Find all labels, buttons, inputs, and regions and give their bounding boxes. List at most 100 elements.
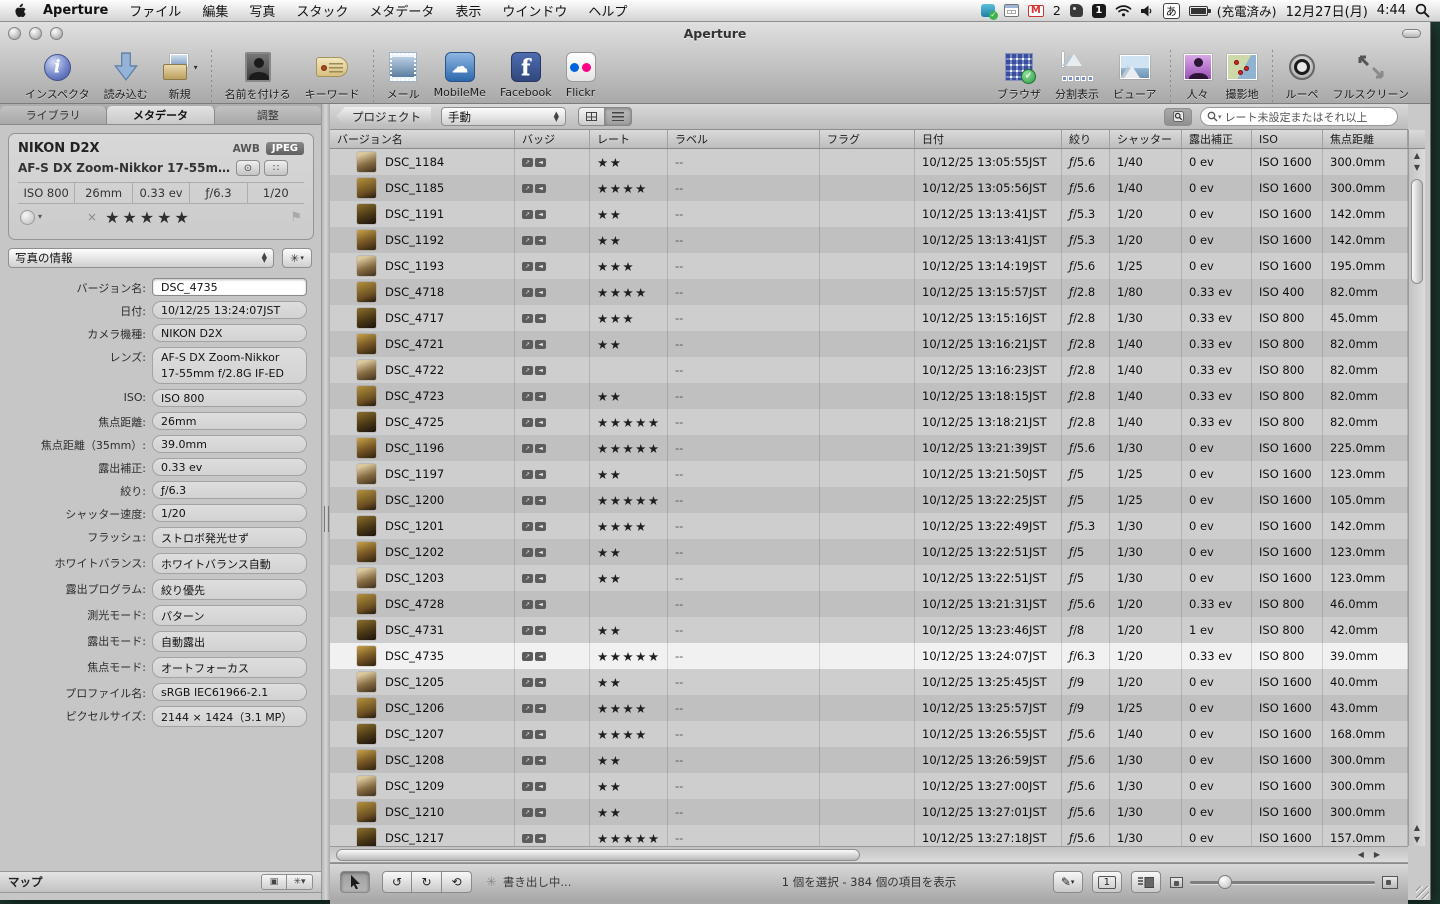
- menu-date[interactable]: 12月27日(月): [1286, 1, 1368, 20]
- map-action-button[interactable]: ✳▾: [287, 874, 313, 890]
- photo-thumbnail[interactable]: [357, 152, 376, 172]
- table-row[interactable]: DSC_4725↗◄★★★★★--10/12/25 13:18:21JSTƒ/2…: [330, 409, 1408, 435]
- search-field[interactable]: ▾ レート未設定またはそれ以上: [1200, 107, 1398, 126]
- rating-stars[interactable]: ★★★★★: [597, 415, 661, 430]
- table-row[interactable]: DSC_1217↗◄★★★★★--10/12/25 13:27:18JSTƒ/5…: [330, 825, 1408, 846]
- photo-thumbnail[interactable]: [357, 282, 376, 302]
- rating-stars[interactable]: ★★: [597, 155, 622, 170]
- scroll-right-arrow[interactable]: ▶: [1374, 850, 1380, 859]
- evernote-icon[interactable]: [1070, 4, 1083, 17]
- import-button[interactable]: 読み込む: [97, 48, 155, 104]
- menu-6[interactable]: 表示: [455, 1, 481, 20]
- photo-thumbnail[interactable]: [357, 724, 376, 744]
- rotate-right-button[interactable]: ↻: [412, 871, 442, 893]
- table-row[interactable]: DSC_1202↗◄★★--10/12/25 13:22:51JSTƒ/51/3…: [330, 539, 1408, 565]
- table-row[interactable]: DSC_1193↗◄★★★--10/12/25 13:14:19JSTƒ/5.6…: [330, 253, 1408, 279]
- scroll-up-arrow[interactable]: ▲: [1409, 151, 1425, 160]
- table-row[interactable]: DSC_1206↗◄★★★★--10/12/25 13:25:57JSTƒ/91…: [330, 695, 1408, 721]
- dropbox-icon[interactable]: [981, 4, 995, 17]
- column-header-4[interactable]: フラグ: [820, 130, 915, 148]
- rating-stars[interactable]: ★★★★★: [597, 493, 661, 508]
- photo-thumbnail[interactable]: [357, 516, 376, 536]
- table-row[interactable]: DSC_4717↗◄★★★--10/12/25 13:15:16JSTƒ/2.8…: [330, 305, 1408, 331]
- vscroll-thumb[interactable]: [1411, 179, 1423, 284]
- photo-thumbnail[interactable]: [357, 750, 376, 770]
- table-row[interactable]: DSC_4731↗◄★★--10/12/25 13:23:46JSTƒ/81/2…: [330, 617, 1408, 643]
- sort-select[interactable]: 手動 ▲▼: [441, 107, 566, 126]
- map-panel-button[interactable]: ▣: [261, 874, 287, 890]
- tab-adjustments[interactable]: 調整: [215, 106, 321, 124]
- title-bar[interactable]: Aperture: [0, 22, 1430, 44]
- rating-stars[interactable]: ★★: [597, 207, 622, 222]
- rating-stars[interactable]: ★★: [597, 623, 622, 638]
- table-row[interactable]: DSC_4721↗◄★★--10/12/25 13:16:21JSTƒ/2.81…: [330, 331, 1408, 357]
- photo-thumbnail[interactable]: [357, 230, 376, 250]
- photo-thumbnail[interactable]: [357, 776, 376, 796]
- photo-thumbnail[interactable]: [357, 490, 376, 510]
- table-row[interactable]: DSC_1184↗◄★★--10/12/25 13:05:55JSTƒ/5.61…: [330, 149, 1408, 175]
- photo-thumbnail[interactable]: [357, 204, 376, 224]
- metadata-action-button[interactable]: ✳▾: [282, 248, 312, 268]
- pane-splitter[interactable]: [322, 104, 330, 900]
- browser-view-button[interactable]: ブラウザ: [990, 48, 1048, 104]
- toolbar-toggle-button[interactable]: [1402, 29, 1421, 38]
- fullscreen-button[interactable]: フルスクリーン: [1326, 48, 1416, 104]
- table-row[interactable]: DSC_4718↗◄★★★★--10/12/25 13:15:57JSTƒ/2.…: [330, 279, 1408, 305]
- rating-stars[interactable]: ★★★★★: [597, 649, 661, 664]
- rating-stars[interactable]: ★★: [597, 571, 622, 586]
- photo-thumbnail[interactable]: [357, 412, 376, 432]
- rating-stars[interactable]: ★★: [597, 675, 622, 690]
- column-header-6[interactable]: 絞り: [1062, 130, 1110, 148]
- mobileme-button[interactable]: ☁ MobileMe: [427, 48, 493, 101]
- faces-button[interactable]: 人々: [1177, 48, 1219, 104]
- primary-only-button[interactable]: 1: [1092, 871, 1122, 893]
- search-preset-button[interactable]: [1164, 108, 1192, 126]
- rating-stars[interactable]: ★★★★★: [597, 441, 661, 456]
- scroll-down-arrow[interactable]: ▼: [1409, 163, 1425, 172]
- rating-stars[interactable]: ★★★★★: [105, 208, 192, 227]
- column-header-8[interactable]: 露出補正: [1182, 130, 1252, 148]
- scroll-up-arrow-bottom[interactable]: ▲: [1409, 823, 1425, 832]
- photo-thumbnail[interactable]: [357, 360, 376, 380]
- keywords-button[interactable]: キーワード: [298, 48, 367, 104]
- flickr-button[interactable]: Flickr: [559, 48, 603, 101]
- photo-thumbnail[interactable]: [357, 334, 376, 354]
- rating-stars[interactable]: ★★★★: [597, 727, 648, 742]
- menu-time[interactable]: 4:44: [1377, 3, 1406, 18]
- zoom-knob[interactable]: [1218, 875, 1232, 889]
- resize-grip[interactable]: [1416, 886, 1429, 899]
- scroll-left-arrow[interactable]: ◀: [1358, 850, 1364, 859]
- rating-stars[interactable]: ★★: [597, 337, 622, 352]
- rating-stars[interactable]: ★★★: [597, 311, 635, 326]
- activity-spinner-icon[interactable]: ✳: [486, 875, 497, 890]
- rating-stars[interactable]: ★★: [597, 233, 622, 248]
- viewer-button[interactable]: ビューア: [1106, 48, 1164, 104]
- rating-stars[interactable]: ★★★★: [597, 285, 648, 300]
- photo-thumbnail[interactable]: [357, 308, 376, 328]
- rating-stars[interactable]: ★★: [597, 779, 622, 794]
- focus-points-button[interactable]: ⊙: [236, 160, 260, 176]
- places-button[interactable]: 撮影地: [1219, 48, 1266, 104]
- photo-thumbnail[interactable]: [357, 828, 376, 846]
- name-faces-button[interactable]: 名前を付ける: [218, 48, 298, 104]
- column-header-5[interactable]: 日付: [915, 130, 1062, 148]
- viewer-mode-button[interactable]: [1131, 871, 1161, 893]
- menu-7[interactable]: ウインドウ: [502, 1, 567, 20]
- facebook-button[interactable]: f Facebook: [493, 48, 559, 101]
- clear-rating-button[interactable]: ×: [87, 210, 97, 224]
- photo-thumbnail[interactable]: [357, 386, 376, 406]
- photo-thumbnail[interactable]: [357, 802, 376, 822]
- spotlight-icon[interactable]: [1415, 3, 1430, 18]
- column-header-1[interactable]: バッジ: [515, 130, 590, 148]
- table-row[interactable]: DSC_1201↗◄★★★★--10/12/25 13:22:49JSTƒ/5.…: [330, 513, 1408, 539]
- menu-5[interactable]: メタデータ: [369, 1, 434, 20]
- table-row[interactable]: DSC_1196↗◄★★★★★--10/12/25 13:21:39JSTƒ/5…: [330, 435, 1408, 461]
- table-row[interactable]: DSC_4723↗◄★★--10/12/25 13:18:15JSTƒ/2.81…: [330, 383, 1408, 409]
- flip-button[interactable]: ⟲: [442, 871, 472, 893]
- photo-thumbnail[interactable]: [357, 698, 376, 718]
- column-header-10[interactable]: 焦点距離: [1323, 130, 1408, 148]
- af-points-button[interactable]: ∷: [264, 160, 288, 176]
- rotate-left-button[interactable]: ↺: [382, 871, 412, 893]
- gmail-icon[interactable]: M: [1028, 5, 1044, 17]
- metadata-view-select[interactable]: 写真の情報 ▲▼: [8, 248, 274, 268]
